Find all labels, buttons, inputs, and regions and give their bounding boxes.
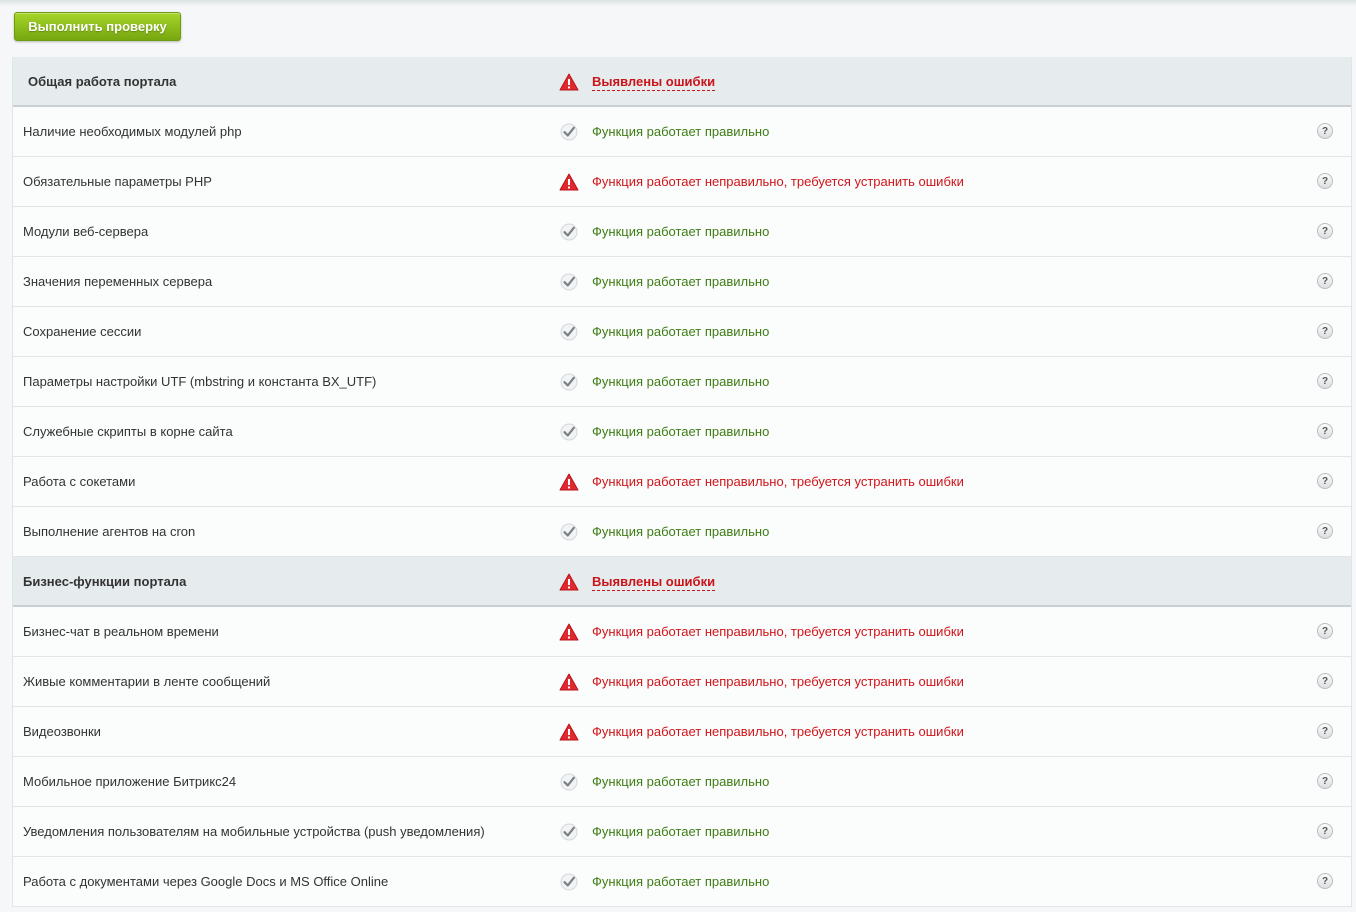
check-status: Функция работает правильно xyxy=(592,274,770,289)
check-name: Значения переменных сервера xyxy=(23,274,213,289)
section-title: Бизнес-функции портала xyxy=(23,573,187,589)
help-icon[interactable]: ? xyxy=(1317,423,1333,439)
check-row: Наличие необходимых модулей php Функция … xyxy=(13,107,1351,157)
help-icon[interactable]: ? xyxy=(1317,723,1333,739)
check-row: Выполнение агентов на cron Функция работ… xyxy=(13,507,1351,557)
check-row: Параметры настройки UTF (mbstring и конс… xyxy=(13,357,1351,407)
section-title: Общая работа портала xyxy=(28,73,177,89)
check-icon xyxy=(559,273,579,291)
check-name: Видеозвонки xyxy=(23,724,101,739)
check-row: Работа с сокетами Функция работает непра… xyxy=(13,457,1351,507)
check-name: Обязательные параметры PHP xyxy=(23,174,212,189)
warning-icon xyxy=(559,673,579,691)
check-status: Функция работает правильно xyxy=(592,824,770,839)
check-row: Служебные скрипты в корне сайта Функция … xyxy=(13,407,1351,457)
check-status: Функция работает правильно xyxy=(592,224,770,239)
check-status: Функция работает правильно xyxy=(592,774,770,789)
check-icon xyxy=(559,373,579,391)
check-status: Функция работает неправильно, требуется … xyxy=(592,674,964,689)
check-icon xyxy=(559,223,579,241)
warning-icon xyxy=(559,73,579,91)
check-row: Уведомления пользователям на мобильные у… xyxy=(13,807,1351,857)
check-name: Работа с сокетами xyxy=(23,474,136,489)
warning-icon xyxy=(559,723,579,741)
check-icon xyxy=(559,423,579,441)
help-icon[interactable]: ? xyxy=(1317,823,1333,839)
help-icon[interactable]: ? xyxy=(1317,623,1333,639)
check-status: Функция работает правильно xyxy=(592,324,770,339)
help-icon[interactable]: ? xyxy=(1317,673,1333,689)
check-status: Функция работает правильно xyxy=(592,124,770,139)
check-row: Обязательные параметры PHP Функция работ… xyxy=(13,157,1351,207)
check-name: Работа с документами через Google Docs и… xyxy=(23,874,389,889)
check-status: Функция работает неправильно, требуется … xyxy=(592,624,964,639)
check-row: Модули веб-сервера Функция работает прав… xyxy=(13,207,1351,257)
help-icon[interactable]: ? xyxy=(1317,373,1333,389)
errors-found-link[interactable]: Выявлены ошибки xyxy=(592,573,716,591)
check-name: Служебные скрипты в корне сайта xyxy=(23,424,233,439)
check-status: Функция работает правильно xyxy=(592,524,770,539)
check-results-table: Общая работа портала Выявлены ошибки Нал… xyxy=(12,57,1352,907)
help-icon[interactable]: ? xyxy=(1317,273,1333,289)
check-icon xyxy=(559,523,579,541)
help-icon[interactable]: ? xyxy=(1317,123,1333,139)
check-name: Модули веб-сервера xyxy=(23,224,149,239)
check-name: Наличие необходимых модулей php xyxy=(23,124,242,139)
check-name: Мобильное приложение Битрикс24 xyxy=(23,774,237,789)
check-status: Функция работает правильно xyxy=(592,424,770,439)
check-icon xyxy=(559,123,579,141)
check-name: Живые комментарии в ленте сообщений xyxy=(23,674,271,689)
check-status: Функция работает правильно xyxy=(592,874,770,889)
check-name: Выполнение агентов на cron xyxy=(23,524,196,539)
check-icon xyxy=(559,823,579,841)
check-status: Функция работает неправильно, требуется … xyxy=(592,474,964,489)
warning-icon xyxy=(559,473,579,491)
check-name: Параметры настройки UTF (mbstring и конс… xyxy=(23,374,377,389)
warning-icon xyxy=(559,573,579,591)
warning-icon xyxy=(559,173,579,191)
check-row: Мобильное приложение Битрикс24 Функция р… xyxy=(13,757,1351,807)
check-status: Функция работает правильно xyxy=(592,374,770,389)
check-name: Сохранение сессии xyxy=(23,324,142,339)
check-name: Бизнес-чат в реальном времени xyxy=(23,624,219,639)
run-check-button[interactable]: Выполнить проверку xyxy=(14,12,181,41)
check-row: Бизнес-чат в реальном времени Функция ра… xyxy=(13,607,1351,657)
help-icon[interactable]: ? xyxy=(1317,873,1333,889)
check-row: Сохранение сессии Функция работает прави… xyxy=(13,307,1351,357)
warning-icon xyxy=(559,623,579,641)
section-header-portal-general: Общая работа портала Выявлены ошибки xyxy=(13,57,1351,107)
help-icon[interactable]: ? xyxy=(1317,323,1333,339)
help-icon[interactable]: ? xyxy=(1317,773,1333,789)
check-row: Работа с документами через Google Docs и… xyxy=(13,857,1351,907)
check-icon xyxy=(559,323,579,341)
check-status: Функция работает неправильно, требуется … xyxy=(592,174,964,189)
help-icon[interactable]: ? xyxy=(1317,473,1333,489)
check-row: Значения переменных сервера Функция рабо… xyxy=(13,257,1351,307)
help-icon[interactable]: ? xyxy=(1317,223,1333,239)
help-icon[interactable]: ? xyxy=(1317,523,1333,539)
check-row: Живые комментарии в ленте сообщений Функ… xyxy=(13,657,1351,707)
errors-found-link[interactable]: Выявлены ошибки xyxy=(592,73,716,91)
help-icon[interactable]: ? xyxy=(1317,173,1333,189)
top-shadow xyxy=(0,0,1356,6)
check-icon xyxy=(559,873,579,891)
section-header-business-functions: Бизнес-функции портала Выявлены ошибки xyxy=(13,557,1351,607)
check-status: Функция работает неправильно, требуется … xyxy=(592,724,964,739)
check-icon xyxy=(559,773,579,791)
check-row: Видеозвонки Функция работает неправильно… xyxy=(13,707,1351,757)
check-name: Уведомления пользователям на мобильные у… xyxy=(23,824,485,839)
